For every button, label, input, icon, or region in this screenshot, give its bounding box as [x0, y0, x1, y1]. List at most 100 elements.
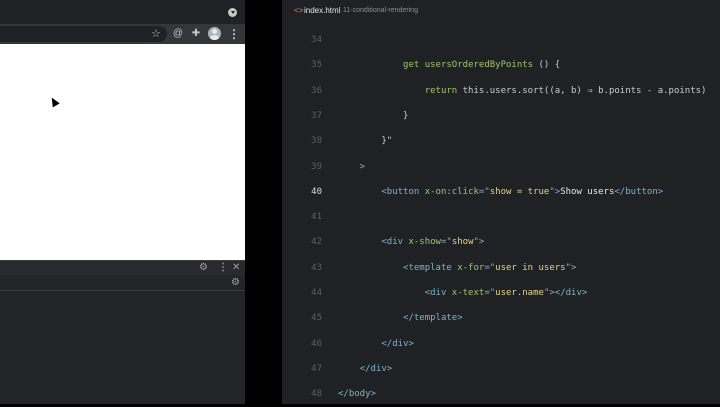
code-line[interactable]: 42 <div x-show="show">: [282, 230, 720, 255]
kebab-menu-icon[interactable]: ⋮: [218, 261, 228, 275]
line-number: 47: [311, 363, 322, 374]
puzzle-icon[interactable]: ✚: [189, 27, 203, 41]
code-token: ">: [473, 237, 485, 248]
line-number: 34: [311, 35, 322, 45]
code-token: show: [451, 237, 474, 248]
gear-icon[interactable]: ⚙: [231, 276, 240, 290]
code-line[interactable]: 41: [282, 205, 720, 230]
devtools-subbar: ⚙: [0, 275, 245, 291]
line-number: 44: [311, 288, 322, 298]
code-text: </div>: [338, 357, 393, 382]
code-token: =": [440, 237, 452, 248]
code-line[interactable]: 47 </div>: [282, 357, 720, 382]
code-token: x-text: [451, 288, 485, 298]
line-number: 46: [311, 338, 322, 349]
code-token: show = true: [489, 186, 550, 197]
code-line[interactable]: 45 </template>: [282, 306, 720, 331]
code-line[interactable]: 35 get usersOrderedByPoints () {: [282, 53, 720, 78]
code-token: </body>: [338, 389, 376, 400]
code-token: get: [403, 60, 425, 71]
line-number: 43: [311, 262, 322, 273]
code-token: x-show: [408, 237, 441, 248]
code-token: Show users: [560, 186, 615, 197]
page-viewport[interactable]: [0, 44, 245, 260]
code-line[interactable]: 44 <div x-text="user.name"></div>: [282, 281, 720, 306]
mouse-cursor-icon: [48, 95, 60, 108]
code-text: >: [338, 155, 365, 180]
code-text: </div>: [338, 332, 414, 357]
tab-filename[interactable]: index.html: [304, 5, 340, 17]
line-number: 42: [311, 237, 322, 248]
line-number: 48: [311, 389, 322, 400]
devtools-panel: [0, 291, 245, 404]
code-text: <div x-show="show">: [338, 230, 484, 255]
code-text: }: [338, 104, 408, 129]
line-number: 40: [311, 186, 322, 197]
line-number: 39: [311, 161, 322, 172]
code-line[interactable]: 36 return this.users.sort((a, b) ⇒ b.poi…: [282, 79, 720, 104]
editor-tabbar: <> index.html 11-conditional-rendering: [282, 0, 720, 22]
code-token: return: [424, 85, 463, 96]
code-token: ">: [565, 262, 577, 273]
kebab-menu-icon[interactable]: ⋮: [228, 26, 240, 42]
code-token: }: [338, 110, 409, 121]
line-number: 45: [311, 313, 322, 324]
profile-dropdown-icon[interactable]: [228, 8, 237, 17]
code-text: <template x-for="user in users">: [338, 256, 576, 281]
code-line[interactable]: 43 <template x-for="user in users">: [282, 256, 720, 281]
at-icon[interactable]: @: [171, 27, 185, 41]
close-icon[interactable]: ✕: [232, 261, 240, 275]
code-token: <div: [381, 237, 409, 248]
code-text: }": [338, 129, 392, 154]
code-line[interactable]: 46 </div>: [282, 332, 720, 357]
code-token: </button>: [614, 186, 664, 197]
gear-icon[interactable]: ⚙: [199, 261, 208, 275]
code-line[interactable]: 34: [282, 28, 720, 53]
code-token: }": [338, 136, 393, 147]
code-text: return this.users.sort((a, b) ⇒ b.points…: [338, 79, 707, 104]
code-token: =": [484, 262, 496, 273]
code-token: </div>: [359, 363, 393, 374]
code-token: >: [338, 161, 366, 172]
code-token: x-on:click: [424, 186, 479, 197]
line-number: 38: [311, 136, 322, 147]
line-number: 35: [311, 60, 322, 71]
code-line[interactable]: 40 <button x-on:click="show = true">Show…: [282, 180, 720, 205]
address-bar[interactable]: [0, 26, 167, 42]
avatar-icon[interactable]: [208, 27, 221, 40]
code-token: usersOrderedByPoints: [424, 60, 539, 71]
code-token: () {: [538, 60, 561, 71]
code-token: ">: [549, 186, 561, 197]
browser-titlebar: [0, 0, 245, 24]
star-icon[interactable]: ☆: [151, 26, 161, 42]
line-number: 36: [311, 85, 322, 96]
code-area[interactable]: 34 35 get usersOrderedByPoints () {36 ret…: [282, 28, 720, 404]
code-token: user.name: [495, 288, 544, 298]
code-line[interactable]: 48 </body>: [282, 382, 720, 407]
code-text: </template>: [338, 306, 463, 331]
html-file-icon: <>: [294, 6, 304, 15]
code-token: <template: [403, 262, 458, 273]
code-line[interactable]: 39 >: [282, 155, 720, 180]
code-token: =": [484, 288, 496, 298]
code-line[interactable]: 38 }": [282, 129, 720, 154]
line-number: 37: [311, 110, 322, 121]
window-gap: [245, 0, 282, 404]
code-token: this.users.sort((a, b) ⇒ b.points - a.po…: [462, 85, 707, 96]
tab-folder: 11-conditional-rendering: [343, 7, 418, 14]
line-number: 41: [311, 212, 322, 223]
code-text: get usersOrderedByPoints () {: [338, 53, 560, 78]
code-text: <div x-text="user.name"></div>: [338, 281, 588, 306]
code-text: <button x-on:click="show = true">Show us…: [338, 180, 663, 205]
code-token: x-for: [457, 262, 485, 273]
code-token: user in users: [495, 262, 566, 273]
code-token: <button: [381, 186, 425, 197]
code-line[interactable]: 37 }: [282, 104, 720, 129]
